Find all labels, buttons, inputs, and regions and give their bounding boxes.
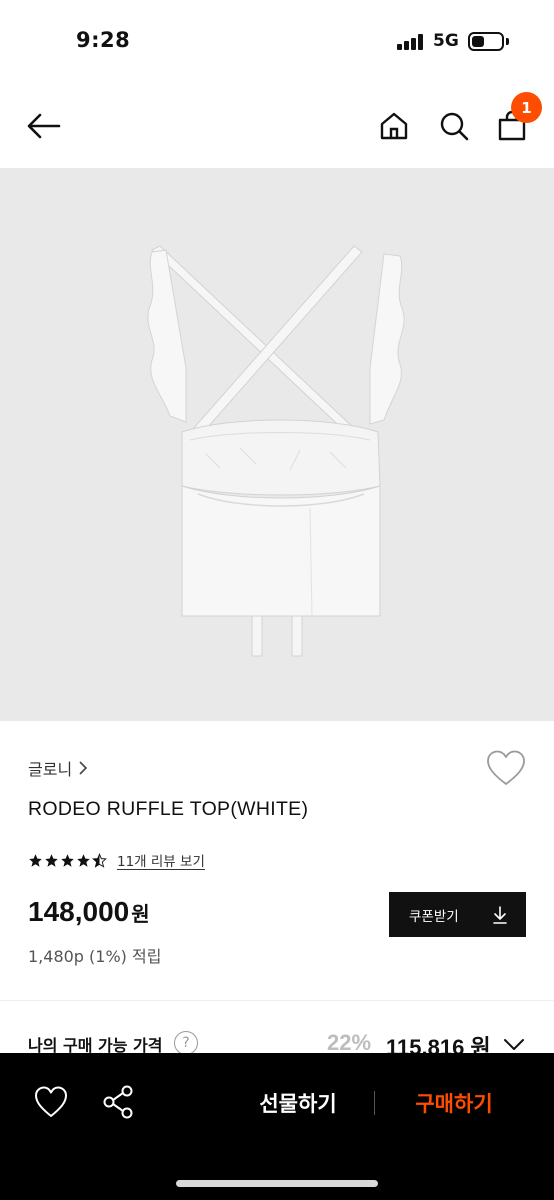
wishlist-button[interactable]: [484, 748, 528, 788]
search-icon: [440, 112, 469, 141]
cart-count-badge: 1: [511, 92, 542, 123]
bottom-wishlist-button[interactable]: [32, 1083, 70, 1121]
status-time: 9:28: [76, 28, 131, 52]
star-icon: [61, 853, 74, 867]
help-icon[interactable]: ?: [174, 1031, 198, 1055]
star-icon: [45, 853, 58, 867]
home-indicator[interactable]: [176, 1180, 378, 1187]
rating-row: 11개 리뷰 보기: [28, 850, 205, 870]
coupon-download-button[interactable]: 쿠폰받기: [389, 892, 526, 937]
brand-link[interactable]: 글로니: [28, 756, 88, 780]
product-title: RODEO RUFFLE TOP(WHITE): [28, 798, 309, 820]
bottom-separator: [374, 1091, 375, 1115]
bottom-action-bar: 선물하기 구매하기: [0, 1053, 554, 1200]
product-image[interactable]: [0, 168, 554, 721]
status-bar: 9:28 5G: [0, 0, 554, 84]
brand-name: 글로니: [28, 760, 73, 779]
ruffle-top-illustration: [147, 245, 405, 657]
gift-button[interactable]: 선물하기: [236, 1083, 360, 1123]
battery-tip: [506, 38, 509, 45]
star-icon: [29, 853, 42, 867]
search-button[interactable]: [432, 104, 476, 148]
price-unit: 원: [131, 902, 150, 926]
price: 148,000 원: [28, 896, 150, 928]
home-button[interactable]: [372, 104, 416, 148]
battery-icon: [468, 32, 504, 51]
home-icon: [380, 112, 408, 140]
star-rating: [28, 852, 107, 868]
reward-points: 1,480p (1%) 적립: [28, 947, 162, 966]
share-icon: [103, 1085, 133, 1119]
share-button[interactable]: [100, 1083, 138, 1121]
divider: [0, 1000, 554, 1001]
review-link[interactable]: 11개 리뷰 보기: [117, 850, 205, 870]
download-icon: [493, 905, 507, 924]
heart-icon: [487, 750, 525, 785]
chevron-right-icon: [79, 761, 88, 775]
back-button[interactable]: [21, 104, 65, 148]
signal-icon: [397, 34, 425, 50]
half-star-icon: [92, 852, 107, 868]
network-label: 5G: [433, 31, 459, 51]
nav-bar: [0, 84, 554, 168]
price-amount: 148,000: [28, 896, 130, 927]
buy-button[interactable]: 구매하기: [392, 1083, 516, 1123]
coupon-label: 쿠폰받기: [409, 908, 459, 925]
heart-icon: [35, 1086, 67, 1117]
star-icon: [77, 853, 90, 867]
arrow-left-icon: [27, 113, 61, 139]
